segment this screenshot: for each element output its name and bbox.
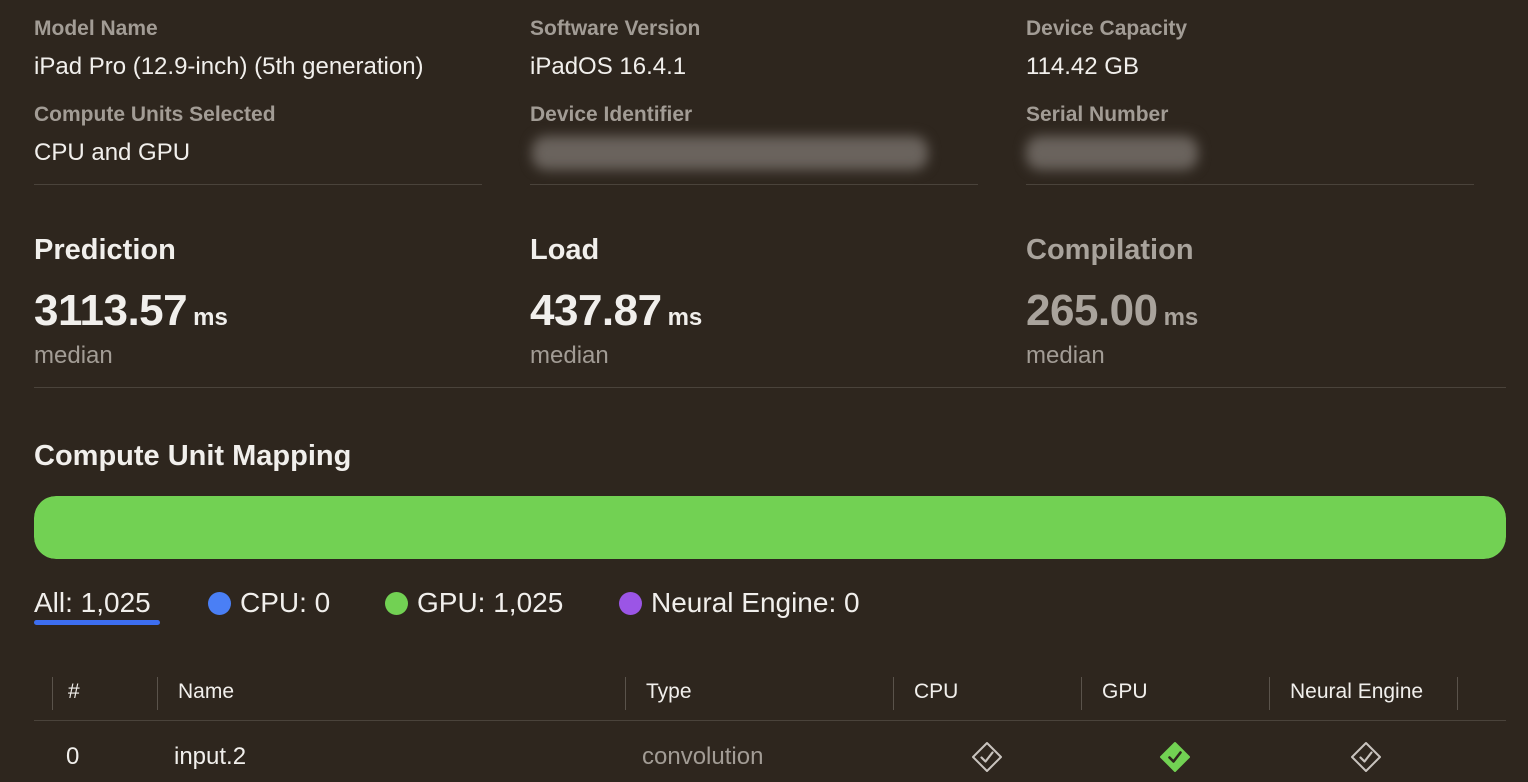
serial-number-label: Serial Number xyxy=(1026,103,1169,126)
device-identifier-redacted xyxy=(532,136,928,170)
prediction-value-row: 3113.57 ms xyxy=(34,286,228,336)
column-separator[interactable] xyxy=(1081,677,1082,710)
row-type[interactable]: convolution xyxy=(642,743,763,771)
gpu-dot-icon xyxy=(385,591,408,615)
device-capacity-value: 114.42 GB xyxy=(1026,53,1139,80)
filter-neural-engine-tab[interactable]: Neural Engine: 0 xyxy=(619,583,860,623)
column-header-cpu[interactable]: CPU xyxy=(914,680,958,704)
filter-gpu-label: GPU: 1,025 xyxy=(417,587,564,618)
model-name-value: iPad Pro (12.9-inch) (5th generation) xyxy=(34,53,424,80)
prediction-value: 3113.57 xyxy=(34,286,188,335)
device-identifier-label: Device Identifier xyxy=(530,103,693,126)
column-header-type[interactable]: Type xyxy=(646,680,692,704)
load-title: Load xyxy=(530,234,600,266)
software-version-value: iPadOS 16.4.1 xyxy=(530,53,687,80)
row-index[interactable]: 0 xyxy=(66,743,79,771)
compute-unit-mapping-bar xyxy=(34,496,1506,559)
filter-all-tab[interactable]: All: 1,025 xyxy=(34,583,160,625)
compilation-value: 265.00 xyxy=(1026,286,1158,335)
column-separator[interactable] xyxy=(157,677,158,710)
gpu-share-fill xyxy=(34,496,1506,559)
column-header-neural-engine[interactable]: Neural Engine xyxy=(1290,680,1423,704)
section-divider xyxy=(34,387,1506,388)
performance-report: Model Name iPad Pro (12.9-inch) (5th gen… xyxy=(0,0,1528,782)
filter-gpu-tab[interactable]: GPU: 1,025 xyxy=(385,583,563,623)
selected-tab-underline xyxy=(34,620,160,625)
cpu-unsupported-diamond-check-icon xyxy=(972,742,1002,772)
load-unit: ms xyxy=(667,304,703,331)
compilation-title: Compilation xyxy=(1026,234,1194,266)
column-separator[interactable] xyxy=(1457,677,1458,710)
column-separator[interactable] xyxy=(625,677,626,710)
neural-engine-unsupported-diamond-check-icon xyxy=(1351,742,1381,772)
compilation-sublabel: median xyxy=(1026,342,1105,369)
compilation-value-row: 265.00 ms xyxy=(1026,286,1198,336)
column-separator[interactable] xyxy=(893,677,894,710)
column-header-name[interactable]: Name xyxy=(178,680,234,704)
divider xyxy=(34,184,482,185)
compute-units-label: Compute Units Selected xyxy=(34,103,276,126)
column-header-gpu[interactable]: GPU xyxy=(1102,680,1148,704)
load-sublabel: median xyxy=(530,342,609,369)
row-name[interactable]: input.2 xyxy=(174,743,246,771)
prediction-unit: ms xyxy=(193,304,228,331)
filter-cpu-label: CPU: 0 xyxy=(240,587,331,618)
prediction-sublabel: median xyxy=(34,342,113,369)
mapping-title: Compute Unit Mapping xyxy=(34,440,352,472)
table-header-rule xyxy=(34,720,1506,721)
filter-all-label: All: 1,025 xyxy=(34,587,151,618)
cpu-dot-icon xyxy=(208,591,231,615)
model-name-label: Model Name xyxy=(34,17,158,40)
software-version-label: Software Version xyxy=(530,17,701,40)
serial-number-redacted xyxy=(1026,136,1198,170)
compute-units-value: CPU and GPU xyxy=(34,139,191,166)
prediction-title: Prediction xyxy=(34,234,176,266)
gpu-supported-diamond-check-icon xyxy=(1160,742,1190,772)
column-separator[interactable] xyxy=(52,677,53,710)
neural-engine-dot-icon xyxy=(619,591,642,615)
divider xyxy=(1026,184,1474,185)
load-value: 437.87 xyxy=(530,286,662,335)
column-separator[interactable] xyxy=(1269,677,1270,710)
filter-neural-engine-label: Neural Engine: 0 xyxy=(651,587,860,618)
divider xyxy=(530,184,978,185)
load-value-row: 437.87 ms xyxy=(530,286,702,336)
device-capacity-label: Device Capacity xyxy=(1026,17,1188,40)
compilation-unit: ms xyxy=(1163,304,1199,331)
column-header-index[interactable]: # xyxy=(68,680,80,704)
filter-cpu-tab[interactable]: CPU: 0 xyxy=(208,583,330,623)
